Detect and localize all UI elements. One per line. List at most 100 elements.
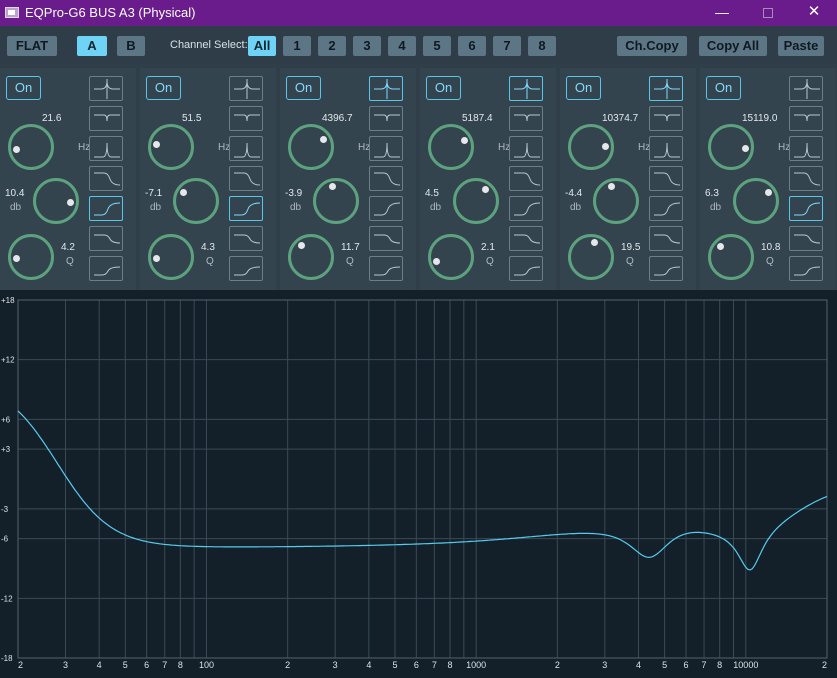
filter-type-button-notch[interactable] [89,106,123,131]
filter-type-button-low-shelf[interactable] [89,196,123,221]
filter-type-button-high-shelf[interactable] [229,166,263,191]
filter-type-button-low-shelf[interactable] [369,196,403,221]
band-q-knob[interactable] [288,234,334,280]
filter-type-button-high-shelf[interactable] [369,166,403,191]
filter-type-button-peak[interactable] [789,76,823,101]
channel-2-button[interactable]: 2 [318,36,346,56]
channel-1-button[interactable]: 1 [283,36,311,56]
channel-6-button[interactable]: 6 [458,36,486,56]
filter-type-button-peak[interactable] [509,76,543,101]
band-on-button[interactable]: On [706,76,741,100]
filter-type-button-low-shelf[interactable] [509,196,543,221]
filter-type-button-high-shelf[interactable] [89,166,123,191]
filter-type-button-low-cut[interactable] [229,226,263,251]
band-icon [94,142,120,158]
band-q-value: 10.8 [761,242,781,253]
band-strip-1: On 21.6 Hz 10.4 db 4.2 Q [0,68,136,290]
x-axis-tick-label: 2 [555,660,560,670]
filter-type-button-low-shelf[interactable] [229,196,263,221]
band-on-button[interactable]: On [566,76,601,100]
filter-type-button-low-cut[interactable] [789,226,823,251]
filter-type-button-high-cut[interactable] [369,256,403,281]
high-shelf-icon [514,172,541,186]
channel-4-button[interactable]: 4 [388,36,416,56]
flat-button[interactable]: FLAT [7,36,57,56]
band-q-knob[interactable] [8,234,54,280]
band-on-button[interactable]: On [426,76,461,100]
minimize-button[interactable]: — [700,0,744,26]
filter-type-button-high-cut[interactable] [509,256,543,281]
filter-type-button-peak[interactable] [369,76,403,101]
knob-indicator [591,238,598,246]
filter-type-button-low-shelf[interactable] [649,196,683,221]
eq-response-graph[interactable]: +18 +12 +6 +3 -3 -6 -12 -18 2 3 4 5 6 7 8 100 2 3 4 5 6 7 8 100… [0,290,837,678]
band-frequency-knob[interactable] [568,124,614,170]
filter-type-button-high-shelf[interactable] [509,166,543,191]
band-frequency-knob[interactable] [8,124,54,170]
filter-type-button-low-cut[interactable] [369,226,403,251]
band-strip-2: On 51.5 Hz -7.1 db 4.3 Q [140,68,276,290]
band-gain-knob[interactable] [173,178,219,224]
band-q-knob[interactable] [148,234,194,280]
filter-type-button-band[interactable] [89,136,123,161]
maximize-button[interactable] [746,0,790,26]
preset-b-button[interactable]: B [117,36,145,56]
x-axis-tick-label: 3 [602,660,607,670]
filter-type-button-high-cut[interactable] [229,256,263,281]
close-button[interactable]: ✕ [792,0,836,26]
channel-copy-button[interactable]: Ch.Copy [617,36,687,56]
band-gain-knob[interactable] [313,178,359,224]
filter-type-button-peak[interactable] [229,76,263,101]
x-axis-tick-label: 8 [717,660,722,670]
band-on-button[interactable]: On [6,76,41,100]
band-q-knob[interactable] [428,234,474,280]
channel-7-button[interactable]: 7 [493,36,521,56]
filter-type-button-notch[interactable] [509,106,543,131]
paste-button[interactable]: Paste [778,36,824,56]
filter-type-button-band[interactable] [369,136,403,161]
filter-type-button-band[interactable] [789,136,823,161]
band-gain-unit: db [570,202,582,213]
band-q-unit: Q [346,256,354,267]
notch-icon [794,114,820,122]
channel-5-button[interactable]: 5 [423,36,451,56]
band-gain-knob[interactable] [453,178,499,224]
filter-type-button-notch[interactable] [789,106,823,131]
filter-type-button-high-cut[interactable] [89,256,123,281]
band-gain-knob[interactable] [593,178,639,224]
band-on-button[interactable]: On [286,76,321,100]
band-frequency-value: 4396.7 [322,113,353,124]
filter-type-button-peak[interactable] [649,76,683,101]
band-frequency-knob[interactable] [428,124,474,170]
filter-type-button-band[interactable] [229,136,263,161]
filter-type-button-notch[interactable] [369,106,403,131]
filter-type-button-low-cut[interactable] [509,226,543,251]
filter-type-button-low-cut[interactable] [649,226,683,251]
filter-type-button-high-shelf[interactable] [649,166,683,191]
band-frequency-knob[interactable] [708,124,754,170]
band-frequency-knob[interactable] [288,124,334,170]
band-on-button[interactable]: On [146,76,181,100]
filter-type-button-high-cut[interactable] [649,256,683,281]
filter-type-button-high-shelf[interactable] [789,166,823,191]
channel-8-button[interactable]: 8 [528,36,556,56]
filter-type-button-low-shelf[interactable] [789,196,823,221]
band-gain-knob[interactable] [33,178,79,224]
band-gain-knob[interactable] [733,178,779,224]
filter-type-button-band[interactable] [649,136,683,161]
band-q-knob[interactable] [708,234,754,280]
filter-type-button-low-cut[interactable] [89,226,123,251]
knob-indicator [607,183,615,191]
filter-type-button-notch[interactable] [229,106,263,131]
band-frequency-knob[interactable] [148,124,194,170]
filter-type-button-notch[interactable] [649,106,683,131]
channel-all-button[interactable]: All [248,36,276,56]
preset-a-button[interactable]: A [77,36,107,56]
y-axis-tick-label: -6 [1,535,9,544]
channel-3-button[interactable]: 3 [353,36,381,56]
filter-type-button-peak[interactable] [89,76,123,101]
filter-type-button-high-cut[interactable] [789,256,823,281]
copy-all-button[interactable]: Copy All [699,36,767,56]
filter-type-button-band[interactable] [509,136,543,161]
band-q-knob[interactable] [568,234,614,280]
